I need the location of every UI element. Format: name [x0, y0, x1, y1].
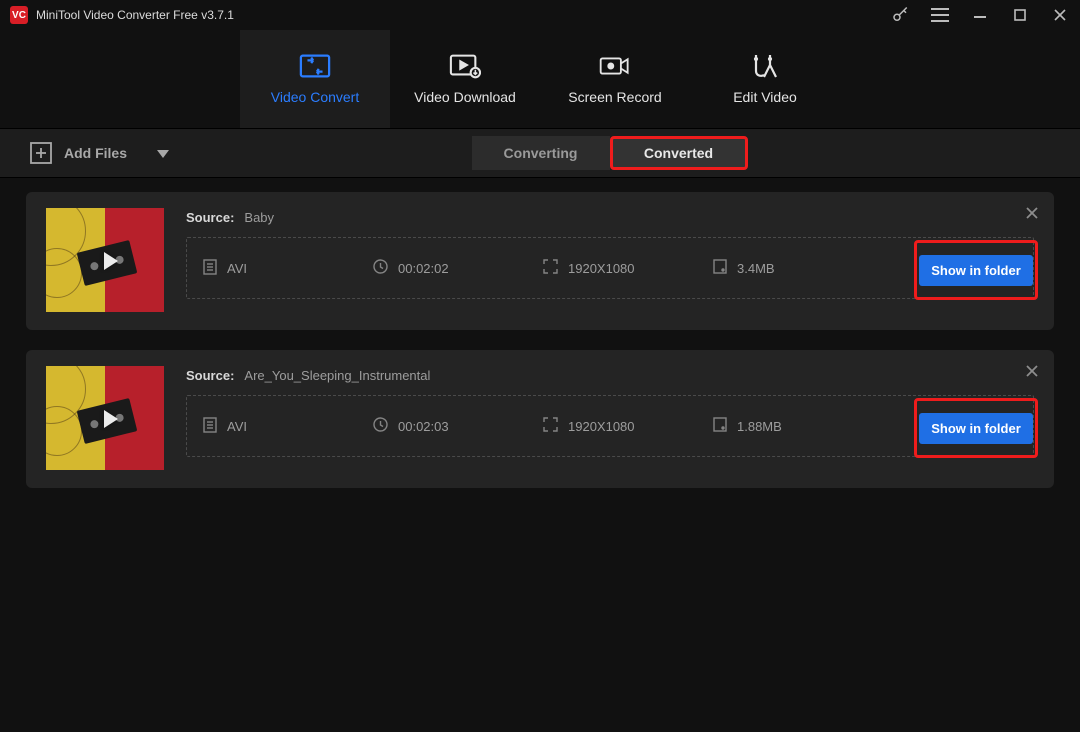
converted-list: Source: Baby AVI 00:02:02 1920X1080: [0, 178, 1080, 522]
add-files-icon: [30, 142, 52, 164]
tab-converted-label: Converted: [644, 145, 713, 161]
remove-item-button[interactable]: [1026, 364, 1038, 382]
source-name: Baby: [244, 210, 274, 225]
maximize-button[interactable]: [1010, 5, 1030, 25]
format-value: AVI: [227, 419, 247, 434]
tab-video-download[interactable]: Video Download: [390, 30, 540, 128]
add-files-label: Add Files: [64, 145, 127, 161]
source-name: Are_You_Sleeping_Instrumental: [244, 368, 430, 383]
tab-screen-record[interactable]: Screen Record: [540, 30, 690, 128]
remove-item-button[interactable]: [1026, 206, 1038, 224]
size-value: 3.4MB: [737, 261, 775, 276]
download-icon: [449, 53, 481, 79]
resolution-value: 1920X1080: [568, 261, 635, 276]
converted-item: Source: Baby AVI 00:02:02 1920X1080: [26, 192, 1054, 330]
play-icon: [104, 410, 118, 428]
chevron-down-icon: [157, 145, 169, 161]
size-value: 1.88MB: [737, 419, 782, 434]
resolution-icon: [543, 417, 558, 435]
tab-label: Video Convert: [271, 89, 359, 105]
duration-value: 00:02:03: [398, 419, 449, 434]
format-value: AVI: [227, 261, 247, 276]
tab-video-convert[interactable]: Video Convert: [240, 30, 390, 128]
play-icon: [104, 252, 118, 270]
tab-edit-video[interactable]: Edit Video: [690, 30, 840, 128]
app-logo: VC: [10, 6, 28, 24]
convert-status-segment: Converting Converted: [472, 136, 748, 170]
format-icon: [203, 417, 217, 436]
record-icon: [599, 53, 631, 79]
video-thumbnail[interactable]: [46, 366, 164, 470]
upgrade-key-icon[interactable]: [890, 5, 910, 25]
info-box: AVI 00:02:03 1920X1080 1.88MB: [186, 395, 1034, 457]
show-in-folder-highlight: Show in folder: [914, 240, 1038, 300]
tab-converting[interactable]: Converting: [472, 136, 610, 170]
storage-icon: [713, 259, 727, 277]
edit-icon: [749, 53, 781, 79]
info-box: AVI 00:02:02 1920X1080 3.4MB: [186, 237, 1034, 299]
source-label: Source:: [186, 368, 234, 383]
main-nav: Video Convert Video Download Screen Reco…: [0, 30, 1080, 128]
duration-value: 00:02:02: [398, 261, 449, 276]
storage-icon: [713, 417, 727, 435]
resolution-value: 1920X1080: [568, 419, 635, 434]
menu-icon[interactable]: [930, 5, 950, 25]
tab-label: Video Download: [414, 89, 516, 105]
convert-icon: [299, 53, 331, 79]
format-icon: [203, 259, 217, 278]
tab-converting-label: Converting: [504, 145, 578, 161]
clock-icon: [373, 417, 388, 435]
show-in-folder-button[interactable]: Show in folder: [919, 255, 1033, 286]
tab-label: Screen Record: [568, 89, 661, 105]
titlebar: VC MiniTool Video Converter Free v3.7.1: [0, 0, 1080, 30]
add-files-button[interactable]: Add Files: [30, 142, 169, 164]
converted-item: Source: Are_You_Sleeping_Instrumental AV…: [26, 350, 1054, 488]
resolution-icon: [543, 259, 558, 277]
close-button[interactable]: [1050, 5, 1070, 25]
show-in-folder-highlight: Show in folder: [914, 398, 1038, 458]
minimize-button[interactable]: [970, 5, 990, 25]
app-title: MiniTool Video Converter Free v3.7.1: [36, 8, 234, 22]
tab-label: Edit Video: [733, 89, 797, 105]
source-label: Source:: [186, 210, 234, 225]
tab-converted[interactable]: Converted: [610, 136, 748, 170]
show-in-folder-button[interactable]: Show in folder: [919, 413, 1033, 444]
video-thumbnail[interactable]: [46, 208, 164, 312]
toolbar: Add Files Converting Converted: [0, 128, 1080, 178]
clock-icon: [373, 259, 388, 277]
